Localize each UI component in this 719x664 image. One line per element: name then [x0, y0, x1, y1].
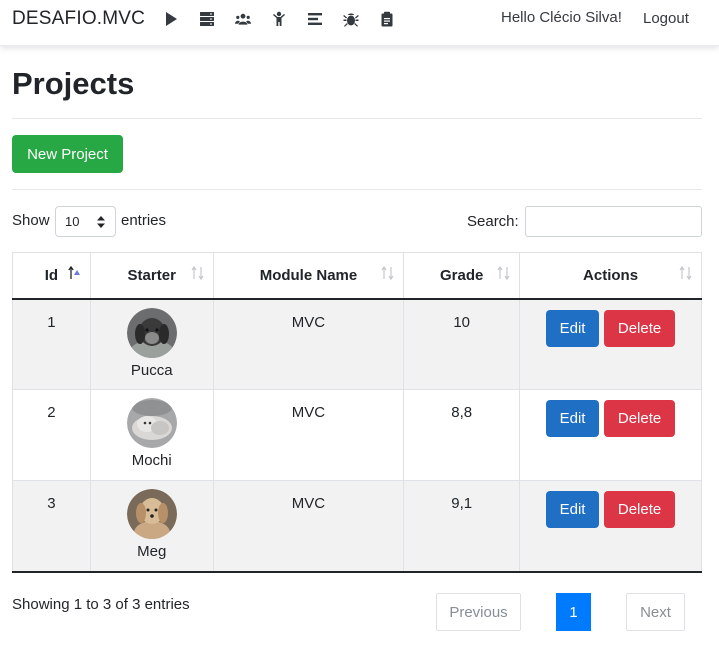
cell-actions: Edit Delete	[519, 389, 702, 481]
bug-icon[interactable]	[342, 10, 360, 28]
column-header-label: Grade	[440, 266, 484, 284]
search-label: Search:	[467, 213, 519, 230]
delete-button[interactable]: Delete	[604, 491, 676, 528]
starter-name: Pucca	[130, 361, 173, 379]
page-size-select[interactable]: 10	[55, 206, 116, 237]
cell-starter: Meg	[89, 480, 214, 573]
column-header-starter[interactable]: Starter	[89, 252, 214, 300]
starter-name: Meg	[137, 543, 167, 560]
edit-button[interactable]: Edit	[546, 309, 600, 347]
column-header-label: Actions	[583, 266, 639, 284]
users-icon[interactable]	[234, 10, 252, 28]
table-row: 1 Pucca MVC 10 Edit Delete	[12, 298, 702, 390]
nav-icon-bar	[162, 9, 414, 29]
projects-table: Id Starter Module Name Grade Actions 1 P…	[12, 252, 702, 573]
cell-starter: Mochi	[89, 389, 214, 481]
table-row: 3 Meg MVC 9,1 Edit Delete	[12, 480, 702, 573]
show-label: Show	[12, 212, 50, 229]
edit-button[interactable]: Edit	[546, 491, 600, 528]
clipboard-icon[interactable]	[378, 10, 396, 28]
divider	[12, 118, 702, 119]
starter-name: Mochi	[131, 452, 172, 469]
cell-actions: Edit Delete	[519, 480, 702, 573]
table-header-row: Id Starter Module Name Grade Actions	[12, 252, 702, 300]
page-1-button[interactable]: 1	[556, 593, 591, 631]
cell-module: MVC	[212, 389, 405, 481]
column-header-actions[interactable]: Actions	[519, 252, 702, 300]
cell-module: MVC	[212, 298, 405, 390]
cell-actions: Edit Delete	[519, 298, 702, 390]
new-project-button[interactable]: New Project	[12, 135, 123, 173]
search-input[interactable]	[525, 206, 702, 237]
delete-button[interactable]: Delete	[604, 400, 676, 437]
cell-grade: 10	[403, 298, 521, 390]
delete-button[interactable]: Delete	[604, 309, 676, 347]
cell-id: 2	[12, 389, 91, 481]
page-title: Projects	[12, 66, 135, 101]
table-row: 2 Mochi MVC 8,8 Edit Delete	[12, 389, 702, 481]
child-icon[interactable]	[270, 10, 288, 28]
column-header-label: Module Name	[259, 266, 358, 284]
next-page-button[interactable]: Next	[626, 593, 685, 631]
cell-module: MVC	[212, 480, 405, 573]
cell-id: 3	[12, 480, 91, 573]
cell-grade: 8,8	[403, 389, 521, 481]
starter-avatar	[126, 398, 177, 448]
divider	[12, 189, 702, 190]
entries-label: entries	[121, 212, 167, 229]
server-icon[interactable]	[198, 10, 216, 28]
sort-icon	[381, 265, 394, 281]
cell-starter: Pucca	[89, 298, 214, 390]
table-info: Showing 1 to 3 of 3 entries	[12, 596, 190, 613]
column-header-id[interactable]: Id	[12, 252, 91, 300]
page-size-value: 10	[65, 214, 80, 229]
starter-avatar	[126, 307, 177, 358]
cell-id: 1	[12, 298, 91, 390]
sort-ascending-icon	[68, 265, 80, 279]
sort-icon	[679, 265, 692, 281]
column-header-label: Id	[44, 266, 59, 284]
play-icon[interactable]	[162, 10, 180, 28]
sort-icon	[497, 265, 510, 281]
brand-link[interactable]: DESAFIO.MVC	[12, 8, 145, 30]
starter-avatar	[126, 489, 177, 539]
sort-icon	[191, 265, 204, 281]
logout-link[interactable]: Logout	[643, 10, 689, 27]
column-header-module-name[interactable]: Module Name	[212, 252, 405, 300]
user-greeting[interactable]: Hello Clécio Silva!	[501, 9, 622, 26]
navbar: DESAFIO.MVC Hello Clécio Silva! Logout	[0, 0, 719, 46]
previous-page-button[interactable]: Previous	[436, 593, 521, 631]
align-icon[interactable]	[306, 10, 324, 28]
column-header-label: Starter	[127, 266, 176, 284]
edit-button[interactable]: Edit	[546, 400, 600, 437]
column-header-grade[interactable]: Grade	[403, 252, 521, 300]
select-caret-icon	[97, 216, 105, 228]
cell-grade: 9,1	[403, 480, 521, 573]
